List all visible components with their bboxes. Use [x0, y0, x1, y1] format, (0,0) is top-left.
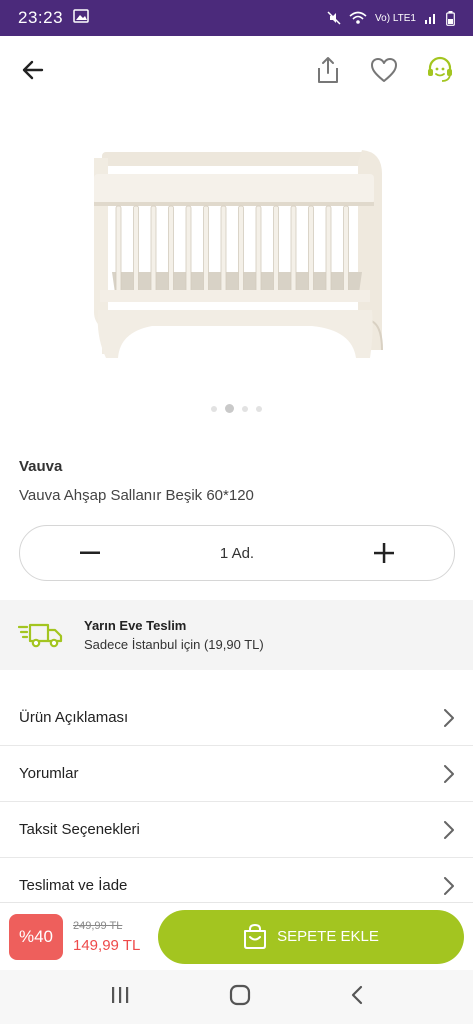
- share-button[interactable]: [311, 53, 345, 87]
- bag-icon: [244, 923, 267, 949]
- decrease-quantity-button[interactable]: [72, 535, 108, 571]
- heart-icon: [371, 58, 397, 82]
- pagination-dot[interactable]: [211, 405, 217, 412]
- menu-item-label: Taksit Seçenekleri: [19, 821, 140, 838]
- wifi-icon: [349, 11, 367, 25]
- discount-badge: %40: [9, 913, 63, 960]
- plus-icon: [373, 543, 394, 563]
- status-bar: 23:23 Vo) LTE1: [0, 0, 473, 36]
- signal-icon: [424, 12, 438, 24]
- minus-icon: [80, 551, 100, 554]
- network-label: Vo) LTE1: [375, 12, 416, 24]
- chevron-right-icon: [444, 764, 454, 783]
- crib-slat: [237, 205, 244, 293]
- back-arrow-icon: [22, 60, 44, 80]
- image-pagination: [0, 404, 473, 413]
- current-price: 149,99 TL: [73, 936, 141, 954]
- back-button[interactable]: [16, 53, 50, 87]
- crib-slat: [115, 205, 121, 293]
- favorite-button[interactable]: [367, 53, 401, 87]
- crib-slat: [202, 205, 209, 293]
- recent-apps-icon: [111, 986, 128, 1003]
- crib-illustration: [93, 150, 383, 358]
- old-price: 249,99 TL: [73, 919, 123, 932]
- crib-slat: [132, 205, 139, 293]
- price-block: 249,99 TL 149,99 TL: [73, 920, 140, 954]
- share-icon: [318, 57, 338, 83]
- quantity-value: 1 Ad.: [219, 544, 255, 562]
- crib-slat: [150, 205, 156, 293]
- crib-slat: [342, 205, 349, 293]
- status-time: 23:23: [18, 8, 64, 27]
- crib-slat: [185, 205, 191, 293]
- recent-apps-button[interactable]: [110, 986, 130, 1009]
- support-icon: [428, 56, 452, 82]
- chevron-right-icon: [444, 820, 454, 839]
- home-icon: [229, 984, 250, 1005]
- crib-slat: [325, 205, 331, 293]
- product-brand[interactable]: Vauva: [19, 458, 62, 475]
- crib-slat: [307, 205, 314, 293]
- crib-slat: [255, 205, 261, 293]
- purchase-bar: %40 249,99 TL 149,99 TL SEPETE EKLE: [0, 902, 473, 970]
- battery-icon: [446, 10, 455, 26]
- app-header: [0, 36, 473, 104]
- menu-item-installments[interactable]: Taksit Seçenekleri: [0, 802, 473, 858]
- menu-item-label: Teslimat ve İade: [19, 877, 128, 894]
- add-to-cart-label: SEPETE EKLE: [277, 928, 379, 945]
- menu-item-label: Ürün Açıklaması: [19, 709, 129, 726]
- menu-item-label: Yorumlar: [19, 765, 79, 782]
- pagination-dot-active[interactable]: [225, 404, 234, 413]
- delivery-title: Yarın Eve Teslim: [84, 618, 187, 633]
- pagination-dot[interactable]: [256, 405, 262, 412]
- crib-slat: [167, 205, 174, 293]
- crib-slat: [220, 205, 226, 293]
- truck-icon: [18, 623, 63, 648]
- delivery-subtitle: Sadece İstanbul için (19,90 TL): [84, 637, 264, 652]
- menu-item-description[interactable]: Ürün Açıklaması: [0, 690, 473, 746]
- system-nav-bar: [0, 970, 473, 1024]
- delivery-info: Yarın Eve Teslim Sadece İstanbul için (1…: [0, 600, 473, 670]
- product-image[interactable]: [0, 104, 473, 400]
- chevron-right-icon: [444, 708, 454, 727]
- add-to-cart-button[interactable]: SEPETE EKLE: [158, 909, 464, 964]
- crib-slat: [290, 205, 296, 293]
- gallery-notification-icon: [73, 8, 89, 28]
- home-button[interactable]: [229, 984, 251, 1011]
- chevron-right-icon: [444, 876, 454, 895]
- quantity-stepper: 1 Ad.: [19, 525, 455, 581]
- pagination-dot[interactable]: [242, 405, 248, 412]
- increase-quantity-button[interactable]: [366, 535, 402, 571]
- product-info-menu: Ürün Açıklaması Yorumlar Taksit Seçenekl…: [0, 690, 473, 914]
- mute-icon: [327, 11, 341, 25]
- back-nav-button[interactable]: [350, 985, 364, 1010]
- crib-slat: [272, 205, 279, 293]
- chevron-left-icon: [351, 985, 362, 1004]
- support-button[interactable]: [423, 53, 457, 87]
- product-name: Vauva Ahşap Sallanır Beşik 60*120: [19, 487, 254, 504]
- menu-item-reviews[interactable]: Yorumlar: [0, 746, 473, 802]
